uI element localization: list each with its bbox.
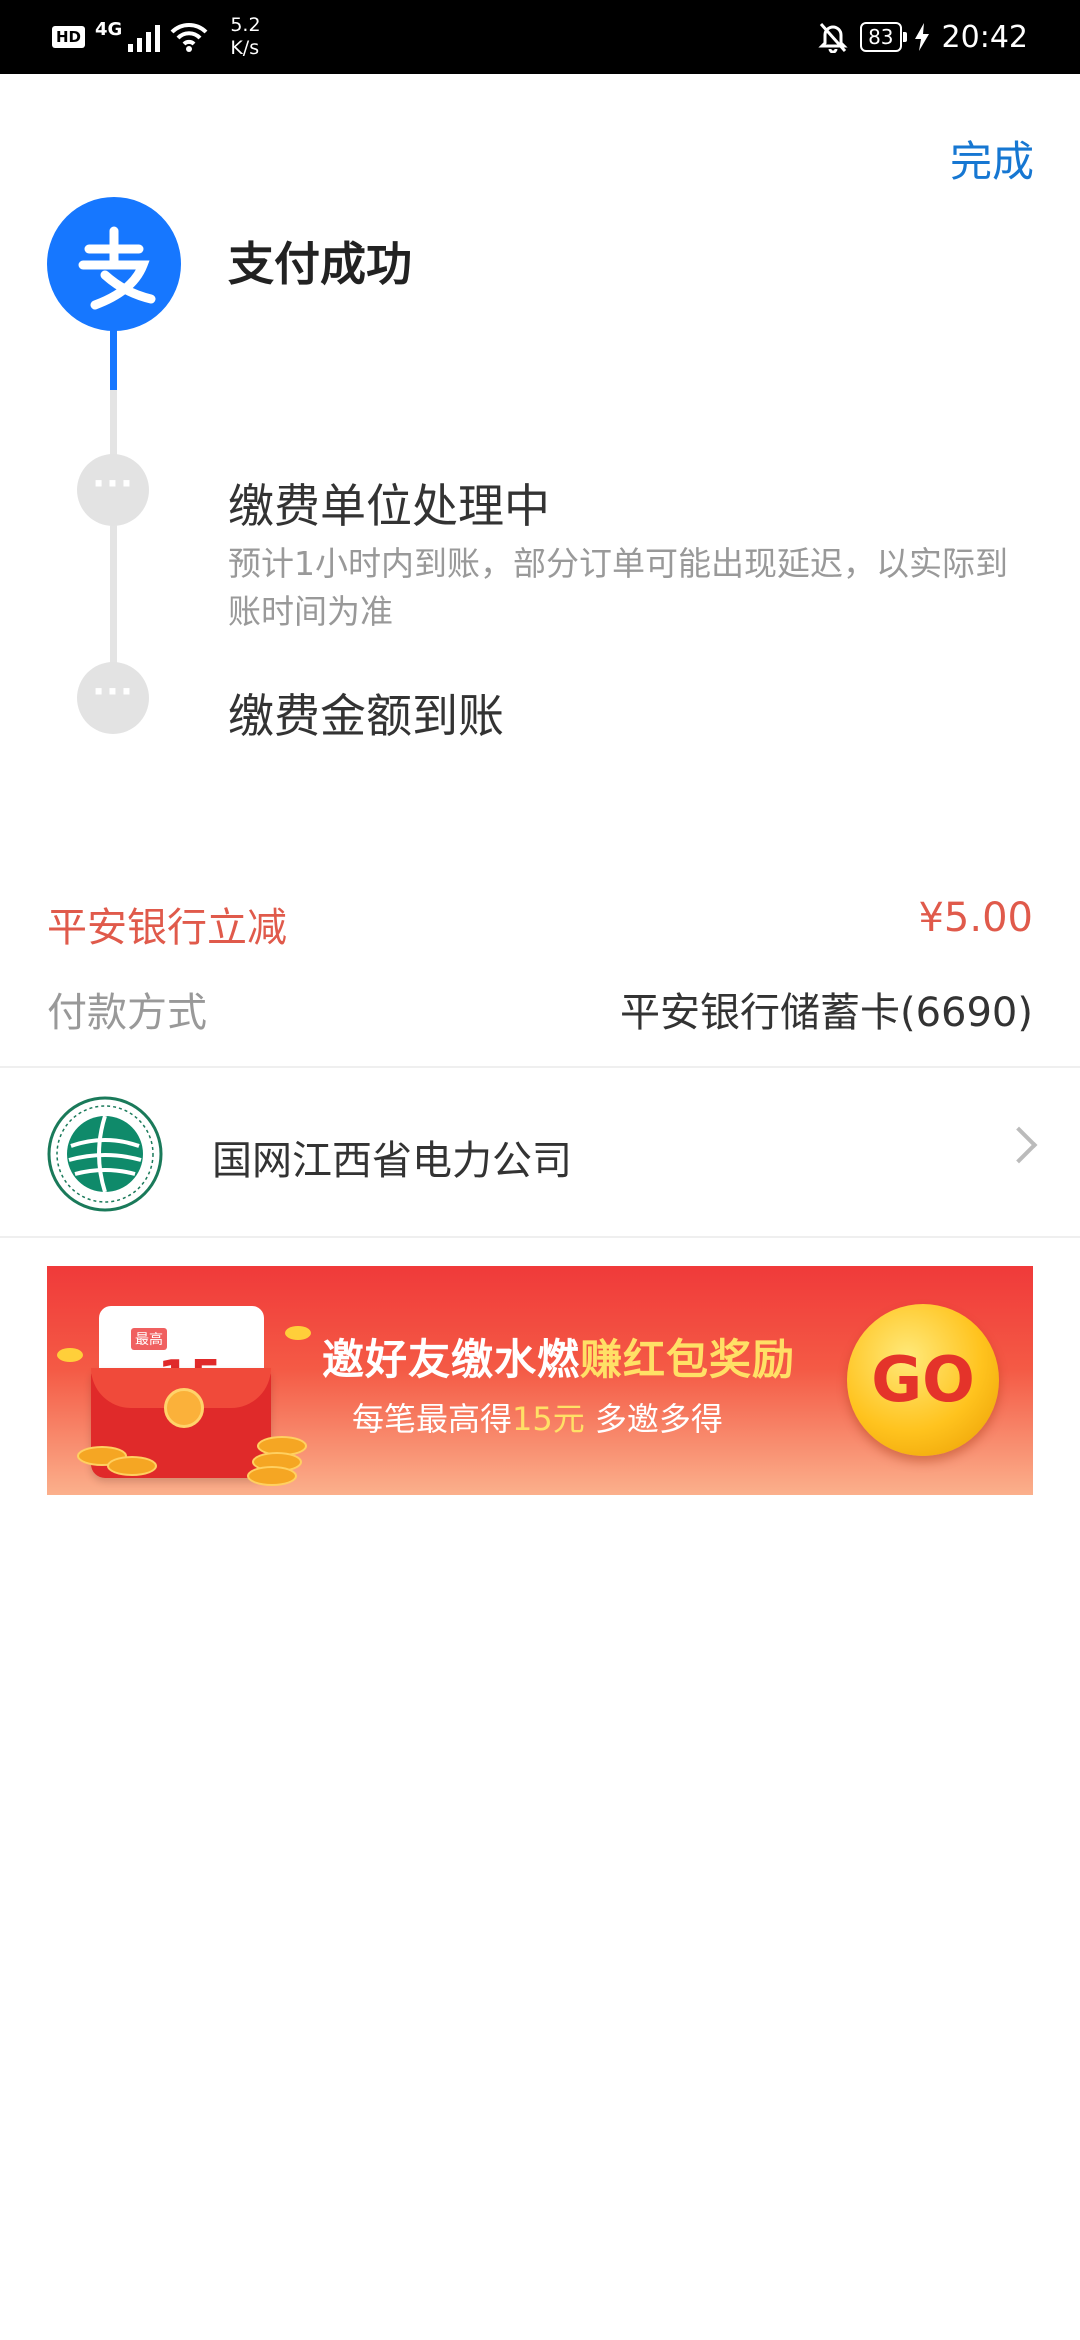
signal-icon xyxy=(128,22,161,52)
wifi-icon xyxy=(170,22,208,52)
mute-bell-icon xyxy=(818,23,848,53)
clock: 20:42 xyxy=(941,19,1028,55)
timeline-progress-line xyxy=(110,325,117,390)
coin-icon xyxy=(164,1388,204,1428)
coin-icon xyxy=(285,1326,311,1340)
network-speed: 5.2 K/s xyxy=(230,14,261,59)
chevron-right-icon xyxy=(1000,1126,1038,1164)
banner-subline: 每笔最高得15元 多邀多得 xyxy=(352,1400,723,1438)
discount-label: 平安银行立减 xyxy=(47,905,287,951)
step-arrived: 缴费金额到账 xyxy=(228,689,504,743)
status-bar: HD 4G 5.2 K/s 83 20:42 xyxy=(0,0,1080,74)
pending-dot-icon: ··· xyxy=(77,662,149,734)
payment-method-value: 平安银行储蓄卡(6690) xyxy=(619,990,1033,1036)
payment-method-row: 付款方式 平安银行储蓄卡(6690) xyxy=(47,980,1033,1038)
payment-method-label: 付款方式 xyxy=(47,990,207,1036)
discount-row: 平安银行立减 ¥5.00 xyxy=(47,895,1033,953)
merchant-row[interactable]: 国网江西省电力公司 xyxy=(0,1068,1080,1236)
alipay-logo-icon xyxy=(47,197,181,331)
battery-icon: 83 xyxy=(860,22,908,52)
charging-icon xyxy=(914,23,929,51)
step-processing-desc: 预计1小时内到账，部分订单可能出现延迟，以实际到账时间为准 xyxy=(228,544,1008,631)
coin-icon xyxy=(57,1348,83,1362)
divider xyxy=(0,1236,1080,1238)
coin-stack-icon xyxy=(247,1466,297,1486)
invite-promo-banner[interactable]: 最高 每笔15元 邀好友缴水燃赚红包奖励 每笔最高得15元 多邀多得 GO xyxy=(47,1266,1033,1495)
discount-amount: ¥5.00 xyxy=(918,895,1033,941)
step-payment-success: 支付成功 xyxy=(228,237,412,291)
done-button[interactable]: 完成 xyxy=(950,128,1034,189)
step-processing: 缴费单位处理中 xyxy=(228,479,550,533)
state-grid-logo-icon xyxy=(47,1096,163,1212)
coin-stack-icon xyxy=(107,1456,157,1476)
merchant-name: 国网江西省电力公司 xyxy=(212,1138,572,1184)
go-button[interactable]: GO xyxy=(847,1304,999,1456)
hd-icon: HD xyxy=(52,26,86,48)
network-type: 4G xyxy=(95,18,123,40)
banner-headline: 邀好友缴水燃赚红包奖励 xyxy=(322,1335,796,1384)
pending-dot-icon: ··· xyxy=(77,454,149,526)
